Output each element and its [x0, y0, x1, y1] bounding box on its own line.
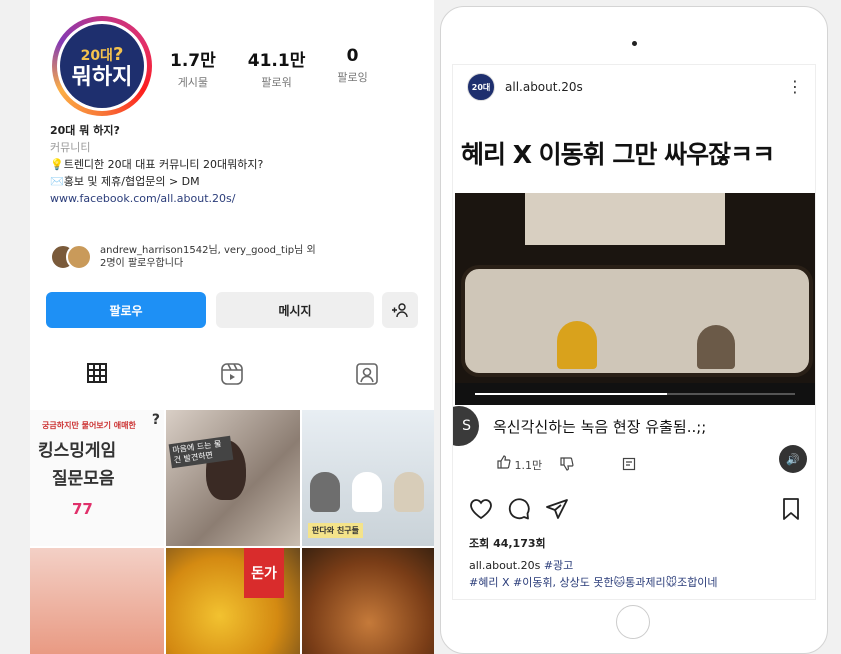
profile-category: 커뮤니티 [50, 141, 91, 154]
video-person [557, 321, 597, 369]
video-progress-fill [475, 393, 667, 395]
post-screen: 20대 all.about.20s ⋮ 혜리 X 이동휘 그만 싸우잖ㅋㅋ S … [453, 65, 815, 599]
video-scene [461, 265, 813, 377]
heart-icon[interactable] [469, 498, 493, 520]
more-options-icon[interactable]: ⋮ [787, 77, 803, 96]
plush-toy [352, 472, 382, 512]
profile-name: 20대 뭐 하지? [50, 124, 120, 137]
post-headline: 혜리 X 이동휘 그만 싸우잖ㅋㅋ [461, 140, 775, 169]
profile-stats: 1.7만 게시물 41.1만 팔로워 0 팔로잉 [170, 46, 368, 90]
caption-avatar: S [453, 406, 479, 446]
bookmark-icon[interactable] [781, 497, 801, 521]
post-author-avatar[interactable]: 20대 [467, 73, 495, 101]
stat-following[interactable]: 0 팔로잉 [337, 46, 367, 90]
video-progress-bar[interactable] [475, 393, 795, 395]
profile-panel: 20대? 뭐하지 1.7만 게시물 41.1만 팔로워 0 팔로잉 20대 뭐 … [30, 0, 434, 654]
tab-tagged[interactable] [299, 362, 434, 386]
tab-posts[interactable] [30, 362, 165, 386]
caption-text: 옥신각신하는 녹음 현장 유출됨..;; [493, 417, 707, 436]
thumbs-up-icon [497, 455, 511, 469]
post-grid: 궁금하지만 물어보기 애매한 ? 킹스밍게임 질문모음 77 마음에 드는 물건… [30, 410, 434, 654]
profile-tabs [30, 362, 434, 386]
plush-toy [310, 472, 340, 512]
reels-icon [221, 363, 243, 385]
phone-frame: 20대 all.about.20s ⋮ 혜리 X 이동휘 그만 싸우잖ㅋㅋ S … [440, 6, 828, 654]
tab-reels[interactable] [165, 362, 300, 386]
message-button[interactable]: 메시지 [216, 292, 374, 328]
follower-avatar [66, 244, 92, 270]
view-count: 조회 44,173회 [469, 537, 546, 550]
desc-hashtags[interactable]: #혜리 X #이동휘, 상상도 못한🐱통과제리🐭조합이네 [469, 574, 809, 591]
sound-icon[interactable]: 🔊 [779, 445, 807, 473]
grid-post[interactable]: 마음에 드는 물건 발견하면 [166, 410, 300, 546]
camera-dot [632, 41, 637, 46]
grid-post[interactable]: 궁금하지만 물어보기 애매한 ? 킹스밍게임 질문모음 77 [30, 410, 164, 546]
tagged-icon [355, 363, 378, 385]
post-video[interactable] [455, 193, 815, 405]
share-icon[interactable] [545, 497, 569, 521]
add-person-icon [392, 303, 408, 318]
bio-line: ✉️홍보 및 제휴/협업문의 > DM [50, 175, 200, 188]
profile-avatar[interactable]: 20대? 뭐하지 [52, 16, 152, 116]
video-controls [455, 383, 815, 405]
bio-line: 💡트렌디한 20대 대표 커뮤니티 20대뭐하지? [50, 158, 264, 171]
thumbs-down-icon[interactable] [560, 457, 574, 471]
grid-post[interactable]: 판다와 친구들 [302, 410, 434, 546]
grid-post[interactable] [302, 548, 434, 654]
comment-bubble-icon[interactable] [507, 497, 531, 521]
plush-toy [394, 472, 424, 512]
video-person [697, 325, 735, 369]
post-actions [469, 497, 801, 521]
post-description: all.about.20s #광고 #혜리 X #이동휘, 상상도 못한🐱통과제… [469, 557, 809, 591]
followed-by[interactable]: andrew_harrison1542님, very_good_tip님 외 2… [50, 244, 316, 270]
thumbs-up-button[interactable]: 1.1만 [497, 455, 542, 473]
stat-posts[interactable]: 1.7만 게시물 [170, 46, 216, 90]
stat-followers[interactable]: 41.1만 팔로워 [248, 46, 306, 90]
profile-bio: 20대 뭐 하지? 커뮤니티 💡트렌디한 20대 대표 커뮤니티 20대뭐하지?… [50, 122, 420, 207]
comment-icon[interactable] [622, 457, 636, 471]
video-caption: S 옥신각신하는 녹음 현장 유출됨..;; [453, 405, 815, 447]
like-count: 1.1만 [514, 459, 543, 472]
follow-button[interactable]: 팔로우 [46, 292, 206, 328]
profile-link[interactable]: www.facebook.com/all.about.20s/ [50, 190, 420, 207]
video-scene [525, 193, 725, 245]
grid-post[interactable]: 돈가 추천 [166, 548, 300, 654]
grid-icon [87, 363, 108, 383]
hashtag[interactable]: #광고 [544, 559, 573, 572]
post-header: 20대 all.about.20s ⋮ [453, 65, 815, 109]
home-button[interactable] [616, 605, 650, 639]
post-author-username[interactable]: all.about.20s [505, 80, 583, 94]
suggest-user-button[interactable] [382, 292, 418, 328]
avatar-logo: 20대? 뭐하지 [60, 24, 144, 108]
video-meta: 1.1만 [497, 455, 636, 473]
desc-username[interactable]: all.about.20s [469, 559, 540, 572]
grid-post[interactable] [30, 548, 164, 654]
